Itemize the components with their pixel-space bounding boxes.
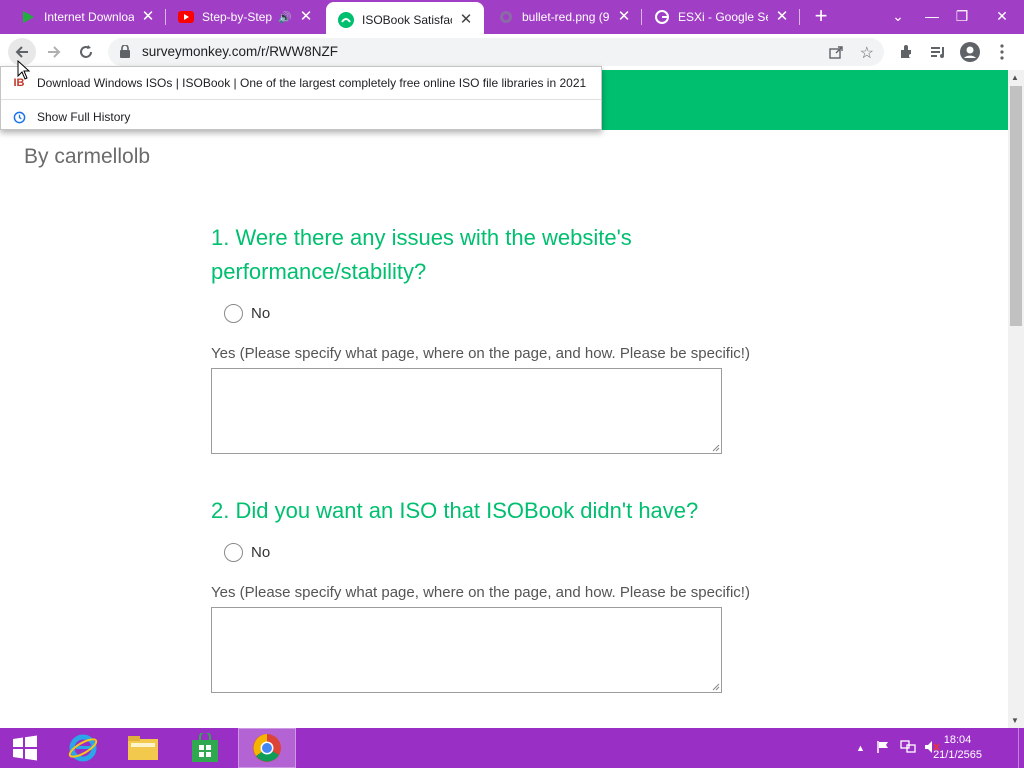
question-2-radio-no[interactable]: [224, 543, 243, 562]
scroll-down-icon[interactable]: ▼: [1011, 716, 1019, 725]
page-scrollbar[interactable]: ▲ ▼: [1008, 70, 1024, 728]
new-tab-button[interactable]: +: [808, 4, 834, 30]
audio-playing-icon[interactable]: 🔊: [278, 11, 292, 24]
google-icon: [654, 9, 670, 25]
url-text: surveymonkey.com/r/RWW8NZF: [142, 44, 339, 59]
question-1-radio-no[interactable]: [224, 304, 243, 323]
address-bar[interactable]: surveymonkey.com/r/RWW8NZF ☆: [108, 38, 884, 66]
close-icon[interactable]: ✕: [140, 9, 156, 25]
history-item-label: Download Windows ISOs | ISOBook | One of…: [37, 76, 587, 90]
action-center-flag-icon[interactable]: [876, 740, 890, 757]
show-full-history-item[interactable]: Show Full History: [1, 101, 601, 133]
windows-logo-icon: [13, 735, 37, 761]
question-2-other-label: Yes (Please specify what page, where on …: [211, 584, 750, 601]
forward-button[interactable]: [40, 38, 68, 66]
history-item[interactable]: IB Download Windows ISOs | ISOBook | One…: [1, 67, 601, 99]
browser-toolbar: surveymonkey.com/r/RWW8NZF ☆: [0, 34, 1024, 70]
tab-title: ISOBook Satisfact: [362, 13, 452, 27]
mouse-cursor-icon: [17, 60, 31, 80]
close-window-icon[interactable]: ✕: [980, 0, 1024, 34]
system-clock[interactable]: 18:04 21/1/2565: [933, 733, 982, 763]
show-desktop-button[interactable]: [1018, 728, 1024, 768]
tab-title: ESXi - Google Sea: [678, 10, 768, 24]
internet-explorer-icon[interactable]: [54, 728, 112, 768]
back-history-menu: IB Download Windows ISOs | ISOBook | One…: [0, 66, 602, 130]
extensions-icon[interactable]: [892, 38, 920, 66]
play-icon: [20, 9, 36, 25]
scrollbar-thumb[interactable]: [1010, 86, 1022, 326]
file-explorer-icon[interactable]: [114, 728, 172, 768]
chrome-taskbar-icon[interactable]: [238, 728, 296, 768]
scroll-up-icon[interactable]: ▲: [1011, 73, 1019, 82]
history-clock-icon: [1, 111, 37, 124]
close-icon[interactable]: ✕: [458, 12, 474, 28]
windows-store-icon[interactable]: [176, 728, 234, 768]
close-icon[interactable]: ✕: [774, 9, 790, 25]
tab-step-by-step[interactable]: Step-by-Step 🔊 ✕: [166, 0, 324, 34]
clock-date: 21/1/2565: [933, 749, 982, 761]
profile-avatar-icon[interactable]: [956, 38, 984, 66]
question-2-title: 2. Did you want an ISO that ISOBook didn…: [211, 498, 699, 523]
menu-icon[interactable]: [988, 38, 1016, 66]
close-icon[interactable]: ✕: [616, 9, 632, 25]
resize-grip-icon[interactable]: [712, 683, 720, 691]
question-1-title: 1. Were there any issues with the websit…: [211, 225, 632, 284]
tab-internet-download[interactable]: Internet Downloa ✕: [8, 0, 166, 34]
tab-search-icon[interactable]: ⌄: [880, 0, 916, 34]
surveymonkey-icon: [338, 12, 354, 28]
network-icon[interactable]: [900, 740, 916, 757]
question-2-comment-textarea[interactable]: [211, 607, 722, 693]
clock-time: 18:04: [943, 734, 972, 746]
question-1-comment-textarea[interactable]: [211, 368, 722, 454]
show-full-history-label: Show Full History: [37, 110, 131, 124]
tab-isobook-satisfaction[interactable]: ISOBook Satisfact ✕: [326, 2, 484, 38]
share-icon[interactable]: [828, 44, 844, 65]
resize-grip-icon[interactable]: [712, 444, 720, 452]
media-control-icon[interactable]: [924, 38, 952, 66]
tab-title: Internet Downloa: [44, 10, 134, 24]
show-hidden-icons-icon[interactable]: ▲: [856, 743, 865, 753]
reload-button[interactable]: [72, 38, 100, 66]
bookmark-star-icon[interactable]: ☆: [860, 43, 874, 63]
tab-bullet-red[interactable]: bullet-red.png (9 ✕: [486, 0, 642, 34]
lock-icon[interactable]: [120, 44, 130, 63]
tab-title: Step-by-Step: [202, 10, 273, 24]
survey-author: By carmellolb: [24, 145, 151, 168]
restore-icon[interactable]: ❐: [944, 0, 980, 34]
globe-icon: [498, 9, 514, 25]
windows-taskbar: ▲ 18:04 21/1/2565: [0, 728, 1024, 768]
tab-strip: Internet Downloa ✕ Step-by-Step 🔊 ✕ ISOB…: [0, 0, 1024, 38]
question-1-option-no-label: No: [251, 305, 271, 322]
tab-esxi-google[interactable]: ESXi - Google Sea ✕: [642, 0, 800, 34]
question-2-option-no-label: No: [251, 544, 271, 561]
question-1-other-label: Yes (Please specify what page, where on …: [211, 345, 750, 362]
youtube-icon: [178, 9, 194, 25]
tab-title: bullet-red.png (9: [522, 10, 610, 24]
close-icon[interactable]: ✕: [298, 9, 314, 25]
start-button[interactable]: [0, 728, 50, 768]
